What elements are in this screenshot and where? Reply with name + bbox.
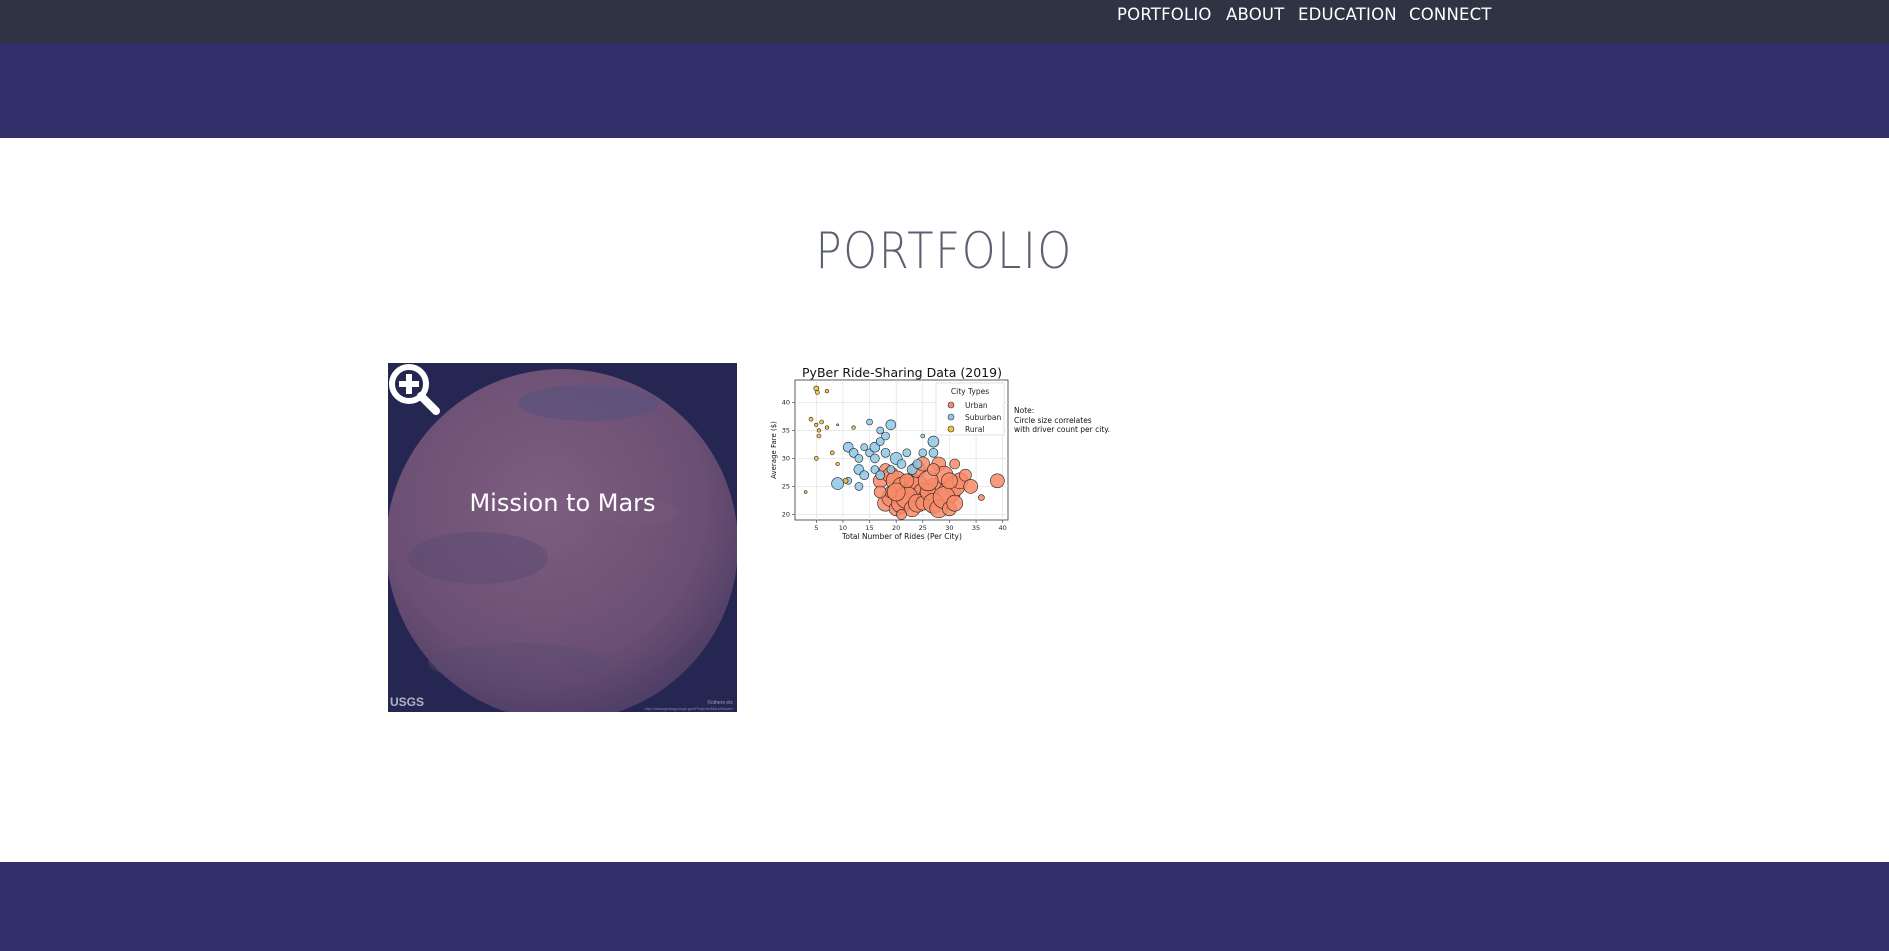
usgs-logo: USGS xyxy=(390,695,425,709)
x-tick-label: 35 xyxy=(972,524,980,532)
x-axis-label: Total Number of Rides (Per City) xyxy=(841,532,962,541)
zoom-in-icon[interactable] xyxy=(388,363,442,417)
image-url: http://astrogeology.usgs.gov/Projects/Ma… xyxy=(644,706,733,711)
legend-title: City Types xyxy=(951,387,989,396)
pyber-bubble-chart: PyBer Ride-Sharing Data (2019) 5 10 15 20 25… xyxy=(770,365,1110,541)
point-rural xyxy=(816,433,822,439)
point-rural xyxy=(815,390,820,395)
point-rural xyxy=(813,456,819,461)
point-suburban xyxy=(912,459,923,469)
point-suburban xyxy=(866,418,873,426)
legend-marker-urban xyxy=(947,401,955,409)
nav-item-education[interactable]: EDUCATION xyxy=(1298,5,1397,25)
point-suburban xyxy=(920,433,926,439)
x-tick-label: 15 xyxy=(865,524,873,532)
note-line-3: with driver count per city. xyxy=(1014,425,1110,434)
note-line-1: Note: xyxy=(1014,406,1034,415)
point-rural xyxy=(808,416,814,422)
point-suburban xyxy=(875,470,885,480)
footer-band xyxy=(0,862,1889,951)
point-rural xyxy=(824,425,830,430)
point-suburban xyxy=(881,431,890,441)
legend-marker-rural xyxy=(947,425,955,433)
y-tick-label: 30 xyxy=(782,455,790,463)
point-suburban xyxy=(902,448,912,458)
point-suburban xyxy=(859,470,870,480)
nav-item-connect[interactable]: CONNECT xyxy=(1409,5,1492,25)
point-urban xyxy=(899,473,915,489)
point-rural xyxy=(851,425,856,430)
point-urban xyxy=(946,494,964,512)
y-tick-label: 40 xyxy=(782,399,790,407)
hero-band xyxy=(0,43,1889,138)
page-title: PORTFOLIO xyxy=(815,222,1073,280)
point-suburban xyxy=(886,465,896,474)
x-tick-label: 5 xyxy=(814,524,818,532)
x-tick-label: 25 xyxy=(919,524,927,532)
portfolio-tile-mars[interactable]: Mission to Mars USGS ©others etc http://… xyxy=(388,363,737,712)
x-tick-label: 40 xyxy=(999,524,1007,532)
point-suburban xyxy=(854,482,864,491)
chart-title: PyBer Ride-Sharing Data (2019) xyxy=(802,365,1002,380)
legend-label-rural: Rural xyxy=(965,425,984,434)
point-urban xyxy=(949,458,961,470)
x-tick-label: 20 xyxy=(892,524,900,532)
y-tick-label: 35 xyxy=(782,427,790,435)
point-suburban xyxy=(870,453,880,464)
legend: City Types Urban Suburban Rural xyxy=(935,382,1005,436)
point-urban xyxy=(896,509,907,520)
point-rural xyxy=(803,490,808,494)
point-suburban xyxy=(880,448,891,458)
point-suburban xyxy=(896,459,907,469)
tile-caption: Mission to Mars xyxy=(469,489,656,517)
point-rural xyxy=(835,461,840,467)
point-urban xyxy=(873,485,887,499)
point-rural xyxy=(842,478,849,484)
point-suburban xyxy=(854,454,864,463)
point-urban xyxy=(990,473,1005,489)
x-tick-label: 30 xyxy=(945,524,953,532)
point-urban xyxy=(963,479,979,494)
point-suburban xyxy=(918,448,928,458)
point-urban xyxy=(978,494,985,501)
point-urban xyxy=(927,463,940,476)
legend-marker-suburban xyxy=(947,413,955,421)
note-line-2: Circle size correlates xyxy=(1014,416,1092,425)
point-suburban xyxy=(927,435,940,448)
point-suburban xyxy=(928,448,939,458)
x-tick-label: 10 xyxy=(839,524,847,532)
point-rural xyxy=(816,428,822,433)
y-tick-label: 20 xyxy=(782,511,790,519)
point-rural xyxy=(819,419,824,425)
legend-label-suburban: Suburban xyxy=(965,413,1001,422)
portfolio-tile-pyber[interactable]: PyBer Ride-Sharing Data (2019) 5 10 15 20 25… xyxy=(768,363,1118,543)
y-axis-label: Average Fare ($) xyxy=(770,421,778,479)
point-rural xyxy=(814,422,819,427)
point-suburban xyxy=(885,419,897,431)
legend-label-urban: Urban xyxy=(965,401,988,410)
top-navbar: PORTFOLIO ABOUT EDUCATION CONNECT xyxy=(0,0,1889,43)
point-rural xyxy=(836,423,839,427)
point-rural xyxy=(824,389,830,394)
point-urban xyxy=(941,472,958,490)
point-suburban xyxy=(831,477,844,490)
point-rural xyxy=(829,450,835,456)
nav-item-portfolio[interactable]: PORTFOLIO xyxy=(1117,5,1212,25)
nav-item-about[interactable]: ABOUT xyxy=(1226,5,1284,25)
y-tick-label: 25 xyxy=(782,483,790,491)
chart-note: Note: Circle size correlates with driver… xyxy=(1014,406,1110,434)
